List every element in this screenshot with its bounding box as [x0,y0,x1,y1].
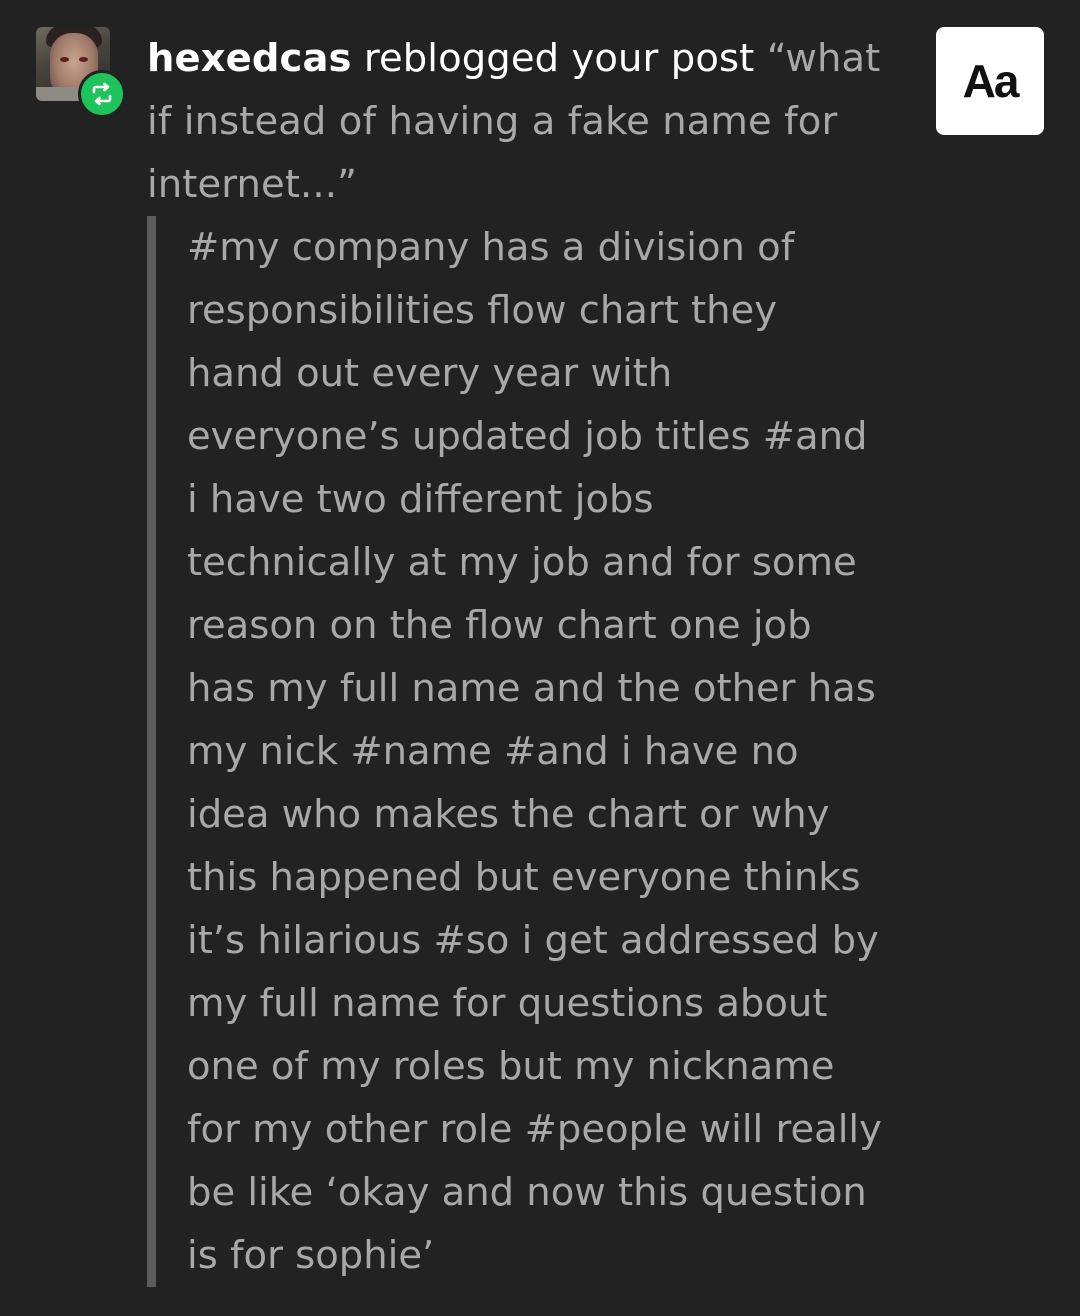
tag-line: one of my roles but my nickname [187,1044,835,1089]
post-title-line-2[interactable]: if instead of having a fake name for [147,99,837,144]
tag-line: is for sophie’ [187,1233,435,1278]
notification-action: reblogged your post [351,36,767,81]
reblog-icon [78,70,126,118]
tag-line: my nick #name #and i have no [187,729,799,774]
notification-text[interactable]: hexedcas reblogged your post “what if in… [147,27,887,216]
tag-line: for my other role #people will really [187,1107,882,1152]
tag-line: hand out every year with [187,351,673,396]
text-size-button[interactable]: Aa [936,27,1044,135]
reblog-tags: #my company has a division of responsibi… [187,216,887,1287]
post-title-line-1[interactable]: “what [767,36,881,81]
tag-line: this happened but everyone thinks [187,855,861,900]
avatar-eye-left [60,57,69,62]
tag-line: be like ‘okay and now this question [187,1170,867,1215]
tag-line: it’s hilarious #so i get addressed by [187,918,879,963]
tag-line: my full name for questions about [187,981,828,1026]
tag-line: idea who makes the chart or why [187,792,830,837]
avatar-eye-right [79,57,88,62]
quote-bar [147,216,156,1287]
post-title-line-3[interactable]: internet...” [147,162,357,207]
tag-line: #my company has a division of [187,225,795,270]
tag-line: responsibilities flow chart they [187,288,778,333]
username-link[interactable]: hexedcas [147,36,352,81]
tag-line: has my full name and the other has [187,666,876,711]
tag-line: technically at my job and for some [187,540,857,585]
tag-line: everyone’s updated job titles #and [187,414,868,459]
tag-line: i have two different jobs [187,477,654,522]
tag-line: reason on the flow chart one job [187,603,812,648]
reblog-arrows-icon [92,82,112,106]
